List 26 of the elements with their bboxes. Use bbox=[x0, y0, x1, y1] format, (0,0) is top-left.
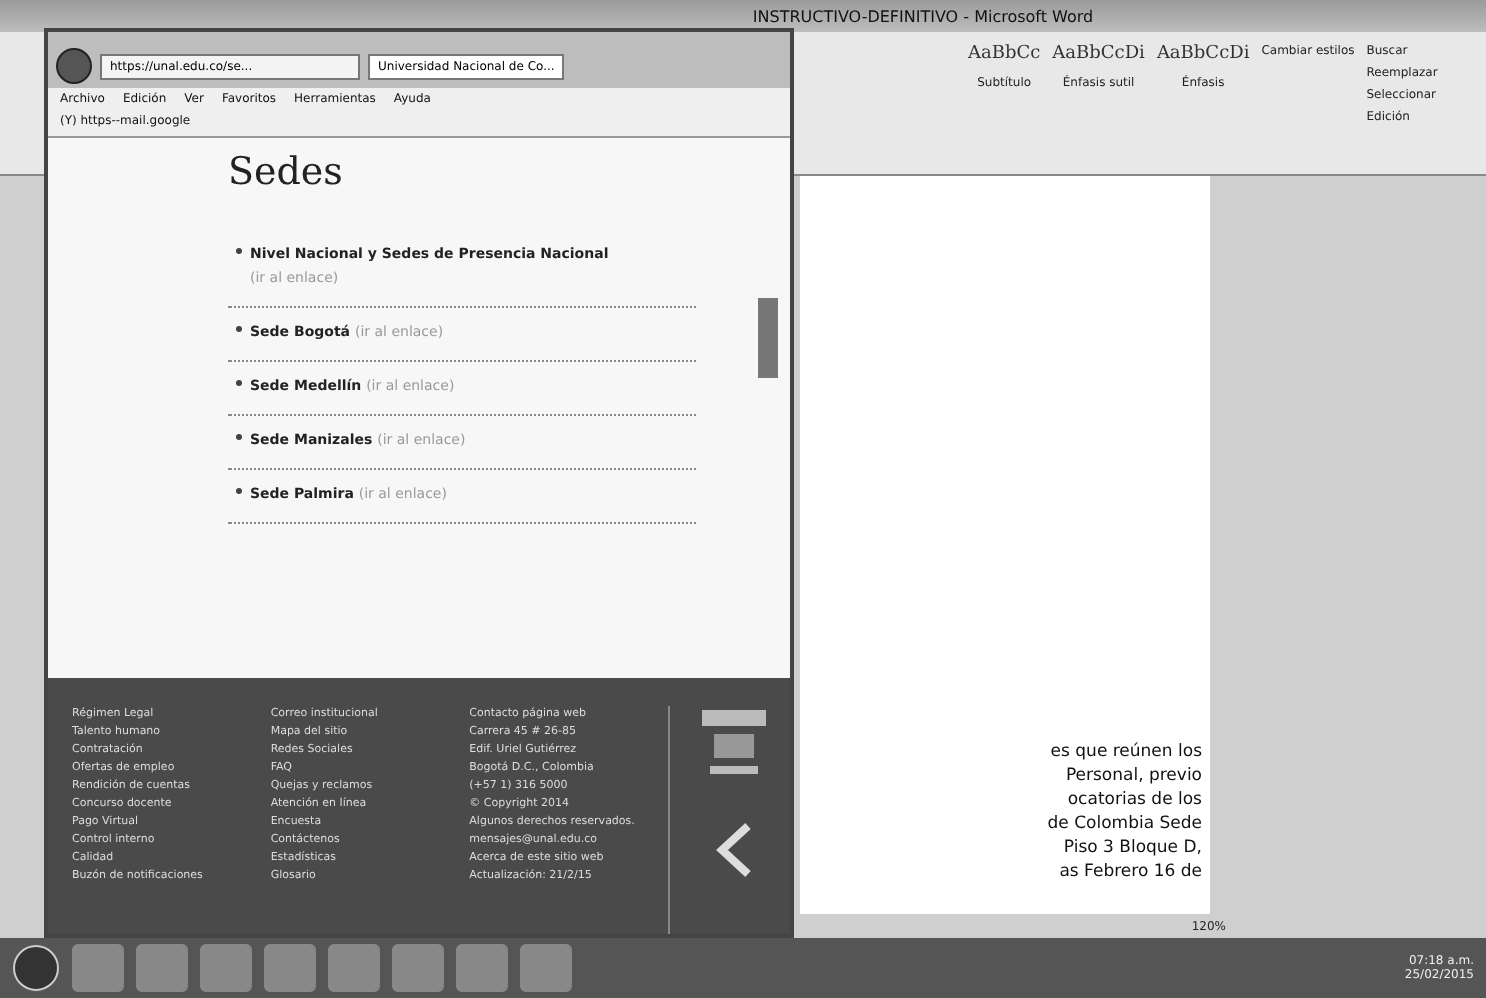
style-sample[interactable]: AaBbCcDi bbox=[1156, 44, 1250, 64]
bullet bbox=[236, 248, 242, 254]
taskbar-button[interactable] bbox=[264, 944, 316, 992]
style-sample[interactable]: AaBbCcDi bbox=[1052, 44, 1145, 64]
bullet bbox=[236, 380, 242, 386]
document-text: es que reúnen los bbox=[1050, 740, 1202, 764]
document-text: Personal, previo bbox=[1065, 764, 1202, 788]
chevron-left-icon[interactable] bbox=[716, 822, 752, 878]
taskbar-button[interactable] bbox=[136, 944, 188, 992]
taskbar-button[interactable] bbox=[72, 944, 124, 992]
window-title: INSTRUCTIVO-DEFINITIVO - Microsoft Word bbox=[750, 7, 1094, 25]
back-button[interactable] bbox=[56, 48, 92, 84]
document-text: ocatorias de los bbox=[1067, 788, 1202, 812]
bullet bbox=[236, 326, 242, 332]
style-sample[interactable]: AaBbCc bbox=[968, 44, 1041, 64]
taskbar-button[interactable] bbox=[200, 944, 252, 992]
page-heading: Sedes bbox=[228, 150, 345, 194]
document-text: as Febrero 16 de bbox=[1059, 860, 1202, 884]
taskbar-button[interactable] bbox=[456, 944, 508, 992]
taskbar-button[interactable] bbox=[392, 944, 444, 992]
document-text: Piso 3 Bloque D, bbox=[1063, 836, 1202, 860]
bullet bbox=[236, 434, 242, 440]
taskbar-button[interactable] bbox=[520, 944, 572, 992]
document-text: de Colombia Sede bbox=[1047, 812, 1202, 836]
taskbar-button[interactable] bbox=[328, 944, 380, 992]
bullet bbox=[236, 488, 242, 494]
